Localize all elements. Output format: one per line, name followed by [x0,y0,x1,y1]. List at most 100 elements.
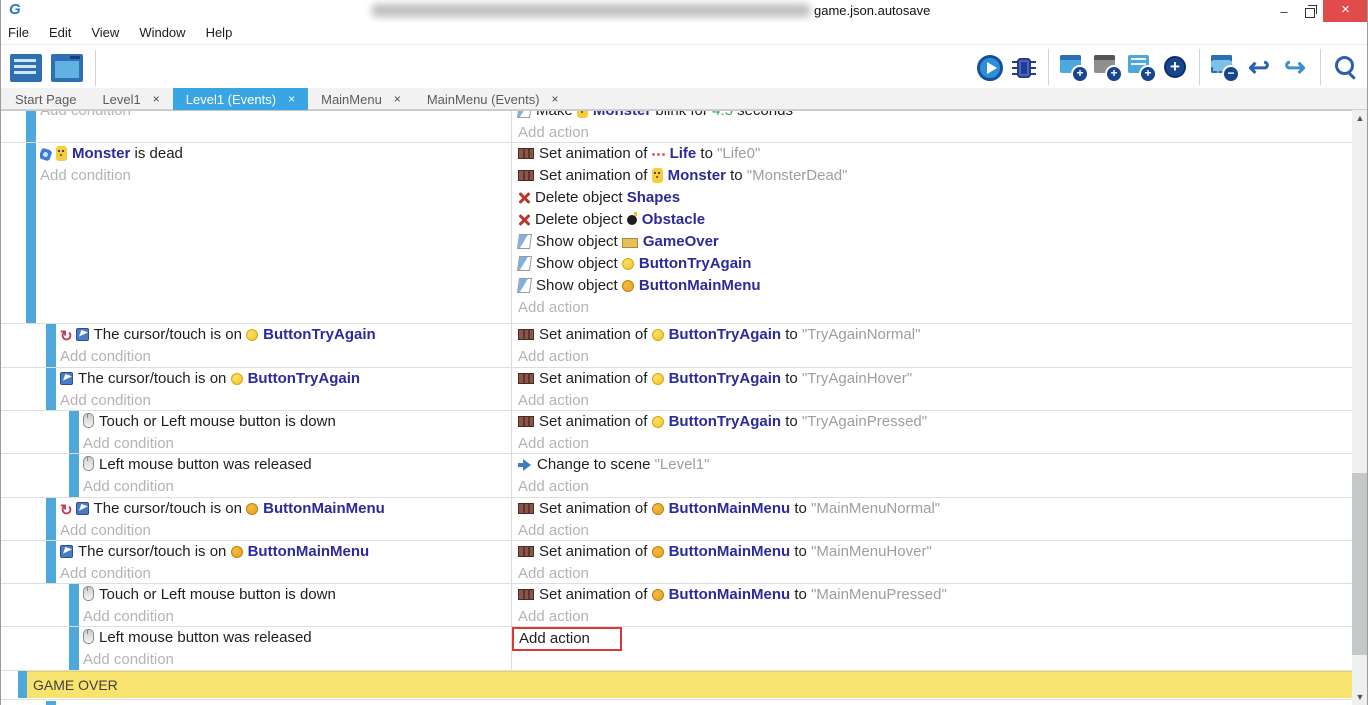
undo-button[interactable]: ↩ [1245,53,1273,81]
btn-yellow-icon [231,373,243,385]
action-line[interactable]: Add action [518,627,1352,651]
add-condition[interactable]: Add condition [83,606,511,626]
add-action[interactable]: Add action [518,606,1352,626]
minimize-button[interactable]: – [1271,4,1297,19]
condition-line[interactable]: The cursor/touch is on ButtonMainMenu [60,541,511,563]
tab-close-icon[interactable]: × [288,92,295,106]
event-row[interactable]: Left mouse button was releasedAdd condit… [0,627,1352,671]
vertical-scrollbar[interactable]: ▲ ▼ [1352,110,1368,705]
action-line[interactable]: Set animation of ButtonTryAgain to "TryA… [518,368,1352,390]
action-line[interactable]: Change to scene "Level1" [518,454,1352,476]
event-row[interactable]: Left mouse button was releasedAdd condit… [0,454,1352,498]
menu-bar: FileEditViewWindowHelp [0,22,1368,45]
add-comment-button[interactable]: + [1128,53,1154,81]
add-condition[interactable]: Add condition [60,563,511,583]
add-action[interactable]: Add action [518,297,1352,319]
redo-button[interactable]: ↪ [1281,53,1309,81]
play-button[interactable] [977,55,1003,81]
delete-event-button[interactable]: − [1211,53,1237,81]
add-condition[interactable]: Add condition [60,520,511,540]
add-action[interactable]: Add action [518,122,1352,142]
add-action[interactable]: Add action [518,476,1352,497]
event-row[interactable]: Add condition Make Monster blink for 4.5 … [0,111,1352,143]
condition-line[interactable]: The cursor/touch is on ButtonTryAgain [60,368,511,390]
event-row[interactable]: Monster is deadAdd condition Set animatio… [0,143,1352,324]
open-events-editor-button[interactable] [10,54,42,82]
condition-line[interactable]: Left mouse button was released [83,627,511,649]
add-action[interactable]: Add action [518,346,1352,367]
event-row[interactable]: Touch or Left mouse button is downAdd co… [0,411,1352,454]
action-line[interactable]: Set animation of ButtonMainMenu to "Main… [518,498,1352,520]
condition-line[interactable]: ↻The cursor/touch is on ButtonMainMenu [60,498,511,520]
action-line[interactable]: Set animation of Life to "Life0" [518,143,1352,165]
action-line[interactable]: Set animation of Monster to "MonsterDead… [518,165,1352,187]
scroll-up-icon[interactable]: ▲ [1352,110,1368,126]
action-line[interactable]: Set animation of ButtonTryAgain to "TryA… [518,411,1352,433]
tab-level1-events-[interactable]: Level1 (Events)× [173,88,308,110]
action-line[interactable]: Show object GameOver [518,231,1352,253]
tab-close-icon[interactable]: × [153,92,160,106]
action-line[interactable]: Show object ButtonMainMenu [518,275,1352,297]
add-condition[interactable]: Add condition [60,346,511,367]
action-line[interactable]: Delete object Obstacle [518,209,1352,231]
event-row[interactable]: The cursor/touch is on ButtonTryAgainAdd… [0,368,1352,411]
anim-icon [518,416,534,427]
add-more-button[interactable] [1162,53,1188,81]
event-text: "TryAgainPressed" [802,413,927,430]
tab-mainmenu[interactable]: MainMenu× [308,88,414,110]
add-condition[interactable]: Add condition [83,649,511,670]
show-icon [517,234,532,249]
scroll-down-icon[interactable]: ▼ [1352,689,1368,705]
tab-mainmenu-events-[interactable]: MainMenu (Events)× [414,88,572,110]
scrollbar-thumb[interactable] [1352,473,1368,655]
event-row[interactable]: ↻The cursor/touch is on ButtonTryAgainAd… [0,324,1352,368]
menu-view[interactable]: View [81,22,129,44]
action-line[interactable]: Delete object Shapes [518,187,1352,209]
menu-file[interactable]: File [8,22,39,44]
event-row[interactable]: ↻The cursor/touch is on ButtonMainMenuAd… [0,498,1352,541]
cursor-icon [76,502,89,515]
add-condition[interactable]: Add condition [60,390,511,410]
menu-help[interactable]: Help [196,22,243,44]
comment-text: GAME OVER [27,672,1352,698]
object-name: ButtonMainMenu [669,543,791,560]
comment-event[interactable]: GAME OVER [0,671,1352,699]
add-condition[interactable]: Add condition [83,433,511,453]
condition-line[interactable]: ↻The cursor/touch is on ButtonTryAgain [60,324,511,346]
menu-window[interactable]: Window [129,22,195,44]
add-action[interactable]: Add action [518,563,1352,583]
condition-line[interactable]: Monster is dead [40,143,511,165]
event-row[interactable]: Touch or Left mouse button is downAdd co… [0,584,1352,627]
highlighted-add-action[interactable]: Add action [512,627,622,651]
add-subevent-button[interactable]: + [1094,53,1120,81]
tab-level1[interactable]: Level1× [89,88,172,110]
condition-line[interactable]: Touch or Left mouse button is down [83,584,511,606]
action-line[interactable]: Set animation of ButtonTryAgain to "TryA… [518,324,1352,346]
add-condition[interactable]: Add condition [40,111,511,122]
add-condition[interactable]: Add condition [40,165,511,187]
add-action[interactable]: Add action [518,520,1352,540]
conditions-column: ↻The cursor/touch is on ButtonMainMenuAd… [60,498,511,540]
action-line[interactable]: Make Monster blink for 4.5 seconds [518,111,1352,122]
event-row[interactable]: The cursor/touch is on ButtonMainMenuAdd… [0,541,1352,584]
tab-close-icon[interactable]: × [394,92,401,106]
event-text: to [790,500,811,517]
open-scene-editor-button[interactable] [51,54,83,82]
action-line[interactable]: Show object ButtonTryAgain [518,253,1352,275]
condition-line[interactable]: Touch or Left mouse button is down [83,411,511,433]
tab-close-icon[interactable]: × [552,92,559,106]
tab-start-page[interactable]: Start Page [2,88,89,110]
debug-button[interactable] [1011,55,1037,81]
restore-button[interactable] [1297,0,1323,22]
search-button[interactable] [1332,53,1358,81]
condition-line[interactable]: Left mouse button was released [83,454,511,476]
action-line[interactable]: Set animation of ButtonMainMenu to "Main… [518,541,1352,563]
add-action[interactable]: Add action [518,433,1352,453]
action-line[interactable]: Set animation of ButtonMainMenu to "Main… [518,584,1352,606]
add-action[interactable]: Add action [518,390,1352,410]
menu-edit[interactable]: Edit [39,22,81,44]
add-event-button[interactable]: + [1060,53,1086,81]
add-condition[interactable]: Add condition [83,476,511,497]
comment-body[interactable]: GAME OVER [27,671,1352,698]
close-button[interactable]: × [1323,0,1368,22]
